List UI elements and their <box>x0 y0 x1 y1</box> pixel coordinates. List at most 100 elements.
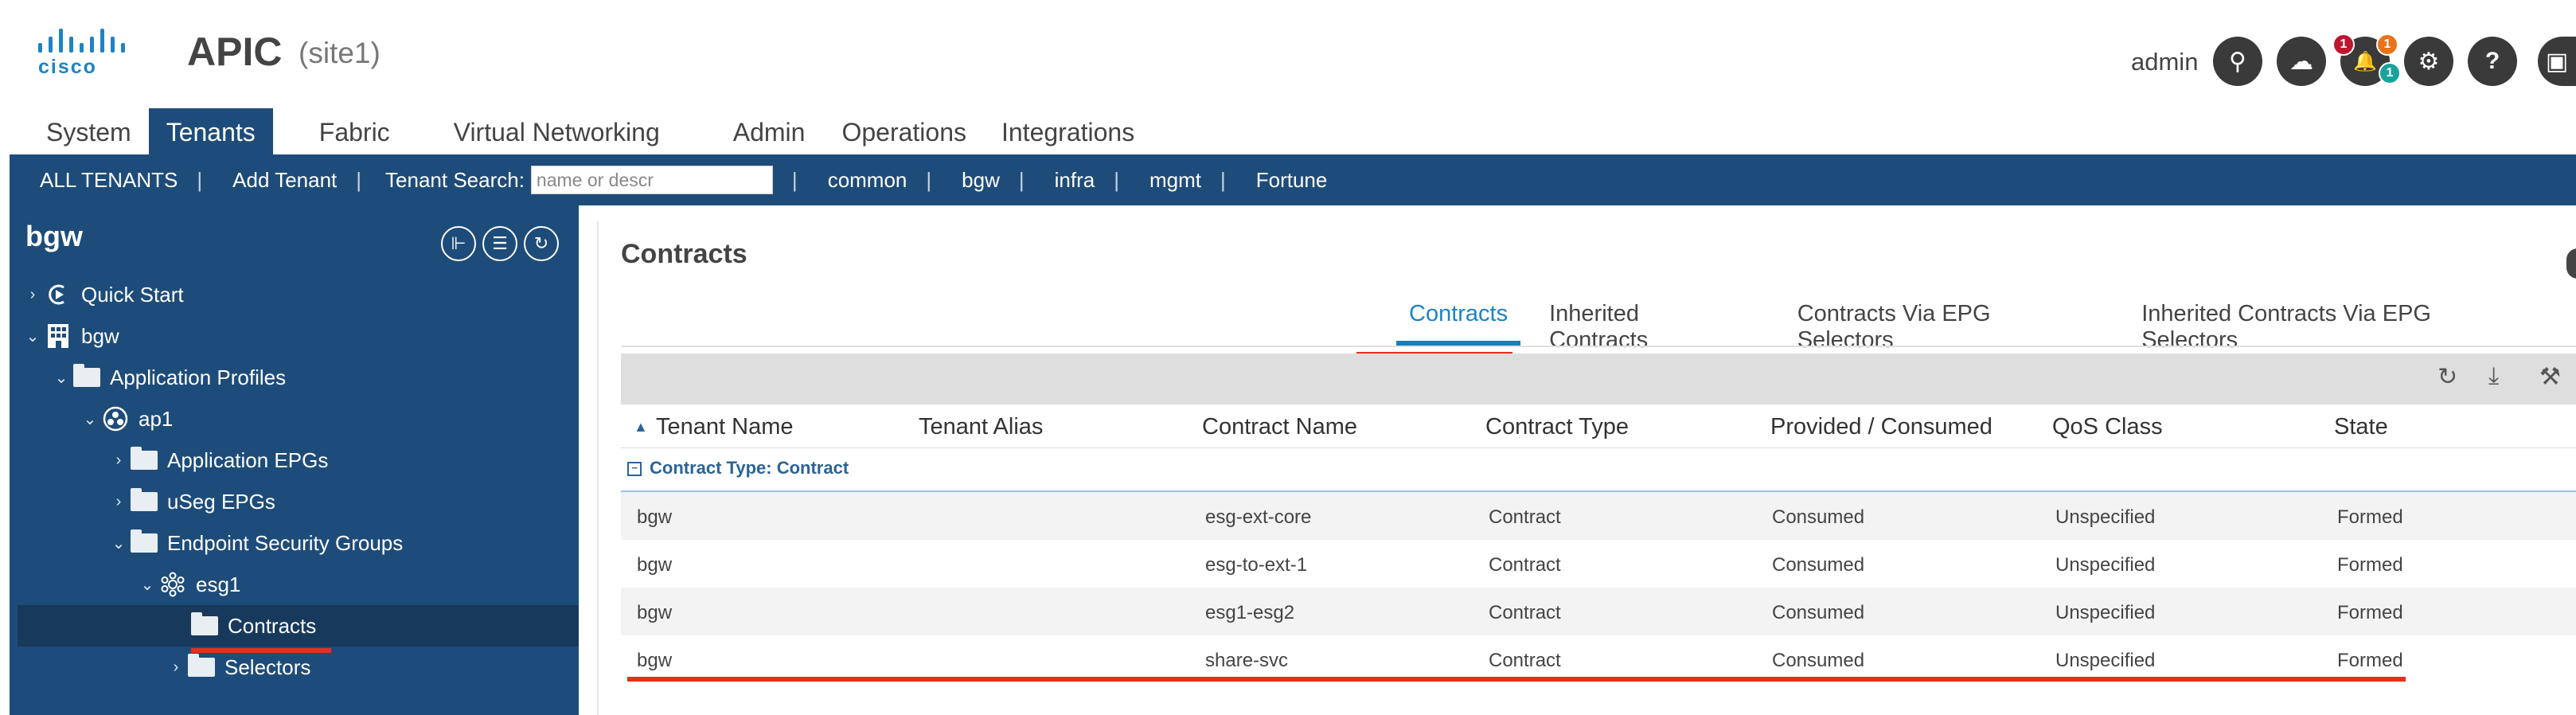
cell-qos-class: Unspecified <box>2055 554 2156 576</box>
help-icon[interactable]: ? <box>2468 37 2517 86</box>
cloud-icon[interactable]: ☁ <box>2277 37 2326 86</box>
major-fault-badge[interactable]: 1 <box>2376 33 2398 56</box>
tree-node-label: bgw <box>81 323 119 348</box>
add-tenant-link[interactable]: Add Tenant <box>202 168 356 193</box>
cell-state: Formed <box>2337 554 2403 576</box>
tab-contracts-via-epg-selectors[interactable]: Contracts Via EPG Selectors <box>1797 301 2080 353</box>
tree-node-tenant-bgw[interactable]: ⌄ bgw <box>21 315 570 357</box>
cell-contract-name[interactable]: share-svc <box>1205 650 1288 672</box>
panel-action-icon[interactable] <box>2566 248 2576 279</box>
tenant-search-input[interactable] <box>530 166 773 194</box>
tab-inherited-contracts-via-epg-selectors[interactable]: Inherited Contracts Via EPG Selectors <box>2141 301 2516 353</box>
tools-icon[interactable]: ⚒ <box>2539 363 2561 391</box>
tree-node-esg1[interactable]: ⌄ esg1 <box>135 564 570 605</box>
minor-fault-badge[interactable]: 1 <box>2379 62 2401 84</box>
chevron-right-icon[interactable]: › <box>107 493 131 511</box>
tree-node-label: Endpoint Security Groups <box>167 530 404 555</box>
tree-node-label: ap1 <box>139 406 174 431</box>
logo-bars <box>38 29 126 53</box>
cell-state: Formed <box>2337 602 2403 623</box>
chevron-down-icon[interactable]: ⌄ <box>21 326 45 346</box>
gear-icon[interactable]: ⚙ <box>2404 37 2453 86</box>
chevron-right-icon[interactable]: › <box>21 286 45 304</box>
tenant-link-mgmt[interactable]: mgmt <box>1119 168 1220 193</box>
tree-node-useg-epgs[interactable]: › uSeg EPGs <box>107 481 570 522</box>
table-row[interactable]: bgw esg-ext-core Contract Consumed Unspe… <box>621 492 2576 540</box>
folder-icon <box>131 488 158 514</box>
quickstart-icon <box>45 283 72 307</box>
cell-contract-name[interactable]: esg-to-ext-1 <box>1205 554 1307 576</box>
tree-node-contracts[interactable]: Contracts <box>18 605 579 647</box>
table-row[interactable]: bgw esg1-esg2 Contract Consumed Unspecif… <box>621 588 2576 635</box>
column-header-tenant-name[interactable]: Tenant Name <box>656 414 794 440</box>
download-icon[interactable]: ⤓ <box>2488 363 2499 390</box>
refresh-tree-icon[interactable]: ↻ <box>524 226 559 261</box>
column-header-tenant-alias[interactable]: Tenant Alias <box>919 414 1043 440</box>
tab-inherited-contracts[interactable]: Inherited Contracts <box>1549 301 1735 353</box>
chevron-right-icon[interactable]: › <box>164 658 188 677</box>
chevron-down-icon[interactable]: ⌄ <box>107 533 131 553</box>
tab-virtual-networking[interactable]: Virtual Networking <box>436 108 716 154</box>
site-label: (site1) <box>299 37 381 69</box>
tab-admin[interactable]: Admin <box>716 108 825 154</box>
search-icon[interactable]: ⚲ <box>2213 37 2262 86</box>
tree-node-application-epgs[interactable]: › Application EPGs <box>107 440 570 481</box>
sort-ascending-icon[interactable]: ▲ <box>634 419 648 436</box>
tenant-link-fortune[interactable]: Fortune <box>1226 168 1347 193</box>
collapse-group-icon[interactable]: − <box>627 462 642 476</box>
column-header-state[interactable]: State <box>2334 414 2388 440</box>
chevron-right-icon[interactable]: › <box>107 451 131 470</box>
screen-icon[interactable]: ▣ <box>2538 37 2576 86</box>
chevron-down-icon[interactable]: ⌄ <box>78 409 102 429</box>
cisco-logo: cisco <box>38 29 126 78</box>
cell-provided-consumed: Consumed <box>1772 650 1865 671</box>
refresh-icon[interactable]: ↻ <box>2437 363 2457 391</box>
cell-contract-name[interactable]: esg-ext-core <box>1205 506 1311 529</box>
group-row[interactable]: − Contract Type: Contract <box>621 447 2576 492</box>
tree-node-ap1[interactable]: ⌄ ap1 <box>78 398 570 440</box>
app-profile-icon <box>102 406 129 432</box>
column-header-contract-name[interactable]: Contract Name <box>1202 414 1357 440</box>
tab-contracts[interactable]: Contracts <box>1396 301 1521 346</box>
tab-operations[interactable]: Operations <box>824 108 984 154</box>
cell-provided-consumed: Consumed <box>1772 602 1865 623</box>
cell-tenant-name: bgw <box>637 506 673 528</box>
user-menu[interactable]: admin <box>2131 48 2198 76</box>
column-header-provided-consumed[interactable]: Provided / Consumed <box>1770 414 1992 440</box>
tree-tools: ⊩ ☰ ↻ <box>441 226 559 261</box>
tab-tenants[interactable]: Tenants <box>148 108 273 154</box>
collapse-tree-icon[interactable]: ⊩ <box>441 226 476 261</box>
tab-integrations[interactable]: Integrations <box>984 108 1152 154</box>
tenant-link-infra[interactable]: infra <box>1025 168 1114 193</box>
tree-node-application-profiles[interactable]: ⌄ Application Profiles <box>49 357 570 398</box>
tree-node-selectors[interactable]: › Selectors <box>164 647 570 688</box>
tenant-link-common[interactable]: common <box>798 168 927 193</box>
chevron-down-icon[interactable]: ⌄ <box>135 575 159 595</box>
column-header-qos-class[interactable]: QoS Class <box>2052 414 2163 440</box>
tree-node-label: Selectors <box>224 654 311 679</box>
critical-fault-badge[interactable]: 1 <box>2332 33 2355 56</box>
table-row[interactable]: bgw esg-to-ext-1 Contract Consumed Unspe… <box>621 540 2576 588</box>
separator: | <box>1018 167 1025 192</box>
separator: | <box>1114 167 1119 192</box>
tree-node-endpoint-security-groups[interactable]: ⌄ Endpoint Security Groups <box>107 522 570 564</box>
column-header-contract-type[interactable]: Contract Type <box>1485 414 1629 440</box>
table-row[interactable]: bgw share-svc Contract Consumed Unspecif… <box>621 635 2576 683</box>
table-toolbar: ↻ ⤓ ⚒ <box>621 354 2576 404</box>
separator: | <box>197 167 203 192</box>
chevron-down-icon[interactable]: ⌄ <box>49 368 73 388</box>
tree-node-label: Quick Start <box>81 282 184 307</box>
folder-icon <box>191 612 218 638</box>
cell-tenant-name: bgw <box>637 554 673 576</box>
filter-tree-icon[interactable]: ☰ <box>482 226 517 261</box>
all-tenants-link[interactable]: ALL TENANTS <box>10 168 197 193</box>
cell-contract-name[interactable]: esg1-esg2 <box>1205 602 1294 624</box>
tab-fabric[interactable]: Fabric <box>273 108 436 154</box>
tab-system[interactable]: System <box>29 108 149 154</box>
group-label: Contract Type: Contract <box>650 458 849 478</box>
cell-tenant-name: bgw <box>637 602 673 623</box>
cell-state: Formed <box>2337 650 2403 671</box>
tree-node-quick-start[interactable]: › Quick Start <box>21 274 570 315</box>
tenant-link-bgw[interactable]: bgw <box>931 168 1019 193</box>
folder-icon <box>131 447 158 472</box>
